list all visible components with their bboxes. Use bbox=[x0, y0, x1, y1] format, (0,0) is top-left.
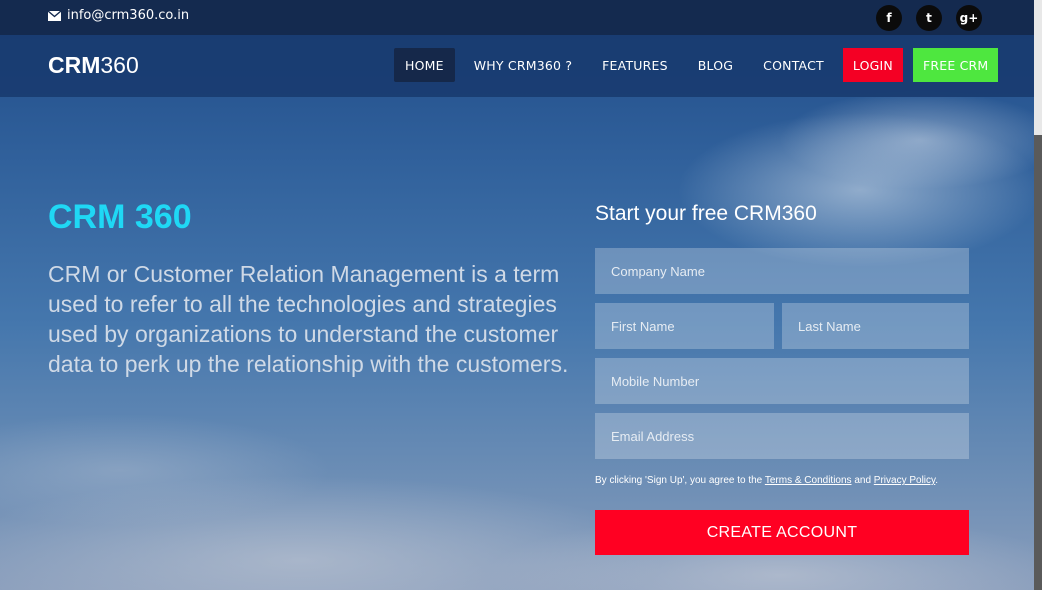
nav-menu: HOME WHY CRM360 ? FEATURES BLOG CONTACT … bbox=[394, 48, 999, 82]
google-plus-icon[interactable]: g+ bbox=[956, 5, 982, 31]
hero-description: CRM or Customer Relation Management is a… bbox=[48, 261, 569, 377]
page-scrollbar[interactable] bbox=[1034, 0, 1042, 590]
terms-notice: By clicking 'Sign Up', you agree to the … bbox=[595, 475, 938, 486]
nav-item-contact[interactable]: CONTACT bbox=[752, 48, 835, 82]
nav-item-why-crm360[interactable]: WHY CRM360 ? bbox=[463, 48, 583, 82]
terms-mid: and bbox=[851, 475, 874, 486]
social-links: f t g+ bbox=[876, 5, 982, 31]
main-navbar: CRM360 HOME WHY CRM360 ? FEATURES BLOG C… bbox=[0, 35, 1034, 97]
hero-title: CRM 360 bbox=[48, 198, 192, 236]
last-name-input[interactable] bbox=[782, 303, 969, 349]
top-bar: info@crm360.co.in f t g+ bbox=[0, 0, 1034, 35]
envelope-icon bbox=[48, 10, 61, 21]
terms-prefix: By clicking 'Sign Up', you agree to the bbox=[595, 475, 765, 486]
email-address-input[interactable] bbox=[595, 413, 969, 459]
form-title: Start your free CRM360 bbox=[595, 202, 817, 225]
contact-email[interactable]: info@crm360.co.in bbox=[48, 8, 189, 23]
logo-bold-text: CRM bbox=[48, 52, 101, 78]
scrollbar-thumb[interactable] bbox=[1034, 135, 1042, 590]
nav-item-blog[interactable]: BLOG bbox=[687, 48, 744, 82]
nav-item-home[interactable]: HOME bbox=[394, 48, 455, 82]
nav-item-features[interactable]: FEATURES bbox=[591, 48, 679, 82]
email-text: info@crm360.co.in bbox=[67, 8, 190, 23]
terms-link[interactable]: Terms & Conditions bbox=[765, 475, 852, 486]
company-name-input[interactable] bbox=[595, 248, 969, 294]
twitter-icon[interactable]: t bbox=[916, 5, 942, 31]
mobile-number-input[interactable] bbox=[595, 358, 969, 404]
logo-rest-text: 360 bbox=[100, 52, 139, 78]
privacy-link[interactable]: Privacy Policy bbox=[874, 475, 936, 486]
first-name-input[interactable] bbox=[595, 303, 774, 349]
free-crm-button[interactable]: FREE CRM bbox=[912, 48, 999, 82]
site-logo[interactable]: CRM360 bbox=[48, 52, 139, 79]
login-button[interactable]: LOGIN bbox=[842, 48, 903, 82]
create-account-button[interactable]: CREATE ACCOUNT bbox=[595, 510, 969, 555]
terms-suffix: . bbox=[935, 475, 939, 486]
facebook-icon[interactable]: f bbox=[876, 5, 902, 31]
